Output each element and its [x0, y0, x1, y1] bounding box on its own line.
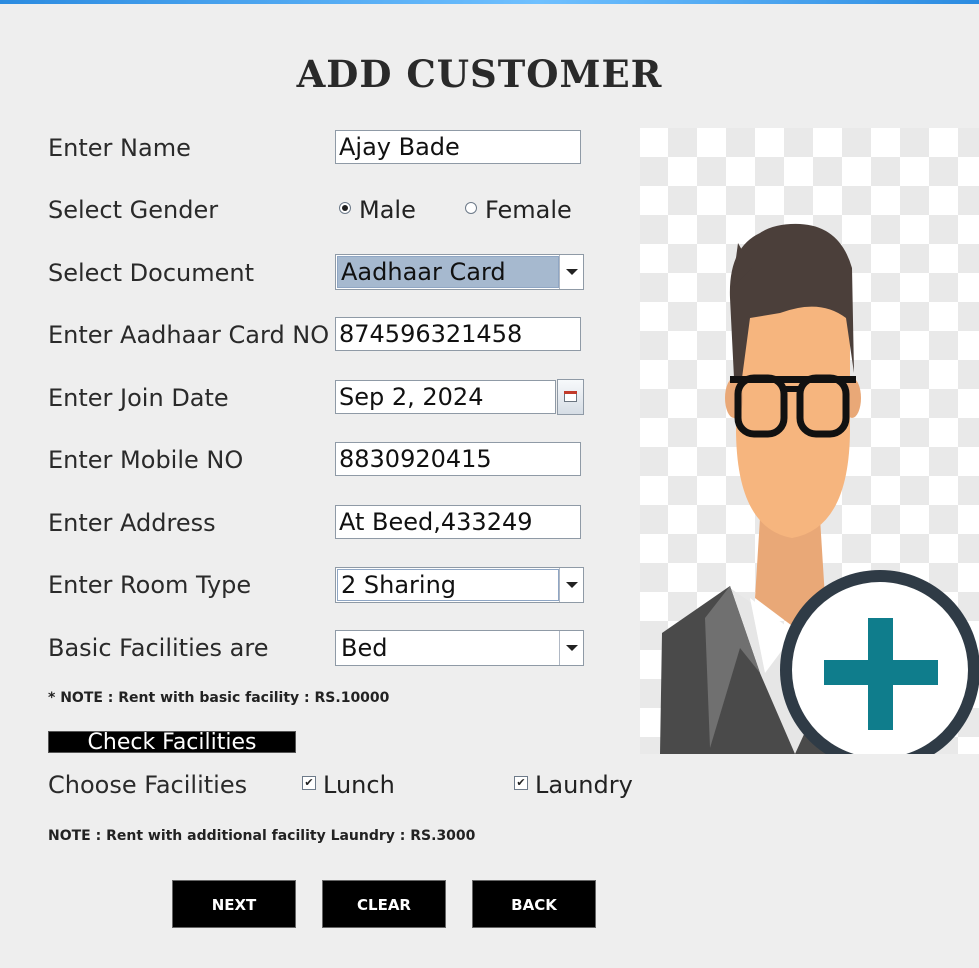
gender-male-radio[interactable]: Male [339, 196, 416, 224]
document-label: Select Document [48, 259, 255, 287]
additional-rent-note: NOTE : Rent with additional facility Lau… [48, 828, 476, 844]
name-label: Enter Name [48, 134, 191, 162]
basic-facilities-label: Basic Facilities are [48, 634, 269, 662]
radio-unselected-icon [465, 202, 477, 214]
gender-male-label: Male [359, 196, 416, 224]
address-input[interactable]: At Beed,433249 [335, 505, 581, 539]
radio-selected-icon [339, 202, 351, 214]
laundry-checkbox[interactable]: ✔ Laundry [514, 771, 633, 799]
chevron-down-icon[interactable] [559, 631, 583, 665]
join-date-label: Enter Join Date [48, 384, 229, 412]
basic-facilities-select[interactable]: Bed [335, 630, 584, 666]
page-title: ADD CUSTOMER [296, 52, 663, 96]
checkmark-icon: ✔ [302, 776, 316, 790]
document-number-input[interactable]: 874596321458 [335, 317, 581, 351]
clear-button[interactable]: CLEAR [322, 880, 446, 928]
lunch-label: Lunch [323, 771, 395, 799]
choose-facilities-label: Choose Facilities [48, 771, 248, 799]
laundry-label: Laundry [535, 771, 633, 799]
chevron-down-icon[interactable] [559, 568, 583, 602]
gender-female-radio[interactable]: Female [465, 196, 572, 224]
gender-female-label: Female [485, 196, 572, 224]
date-picker-button[interactable] [557, 379, 584, 415]
document-select-value: Aadhaar Card [337, 256, 559, 288]
calendar-icon [564, 391, 577, 402]
customer-avatar-illustration [610, 128, 979, 754]
name-input[interactable]: Ajay Bade [335, 130, 581, 164]
gender-label: Select Gender [48, 196, 219, 224]
basic-rent-note: * NOTE : Rent with basic facility : RS.1… [48, 690, 390, 706]
document-select[interactable]: Aadhaar Card [335, 254, 584, 290]
room-type-label: Enter Room Type [48, 571, 252, 599]
window-top-accent-bar [0, 0, 979, 4]
lunch-checkbox[interactable]: ✔ Lunch [302, 771, 395, 799]
basic-facilities-select-value: Bed [337, 632, 559, 664]
mobile-input[interactable]: 8830920415 [335, 442, 581, 476]
chevron-down-icon[interactable] [559, 255, 583, 289]
document-number-label: Enter Aadhaar Card NO [48, 321, 330, 349]
check-facilities-button[interactable]: Check Facilities [48, 731, 296, 754]
room-type-select-value: 2 Sharing [337, 569, 559, 601]
back-button[interactable]: BACK [472, 880, 596, 928]
mobile-label: Enter Mobile NO [48, 446, 244, 474]
address-label: Enter Address [48, 509, 216, 537]
join-date-input[interactable]: Sep 2, 2024 [335, 380, 556, 414]
checkmark-icon: ✔ [514, 776, 528, 790]
next-button[interactable]: NEXT [172, 880, 296, 928]
room-type-select[interactable]: 2 Sharing [335, 567, 584, 603]
